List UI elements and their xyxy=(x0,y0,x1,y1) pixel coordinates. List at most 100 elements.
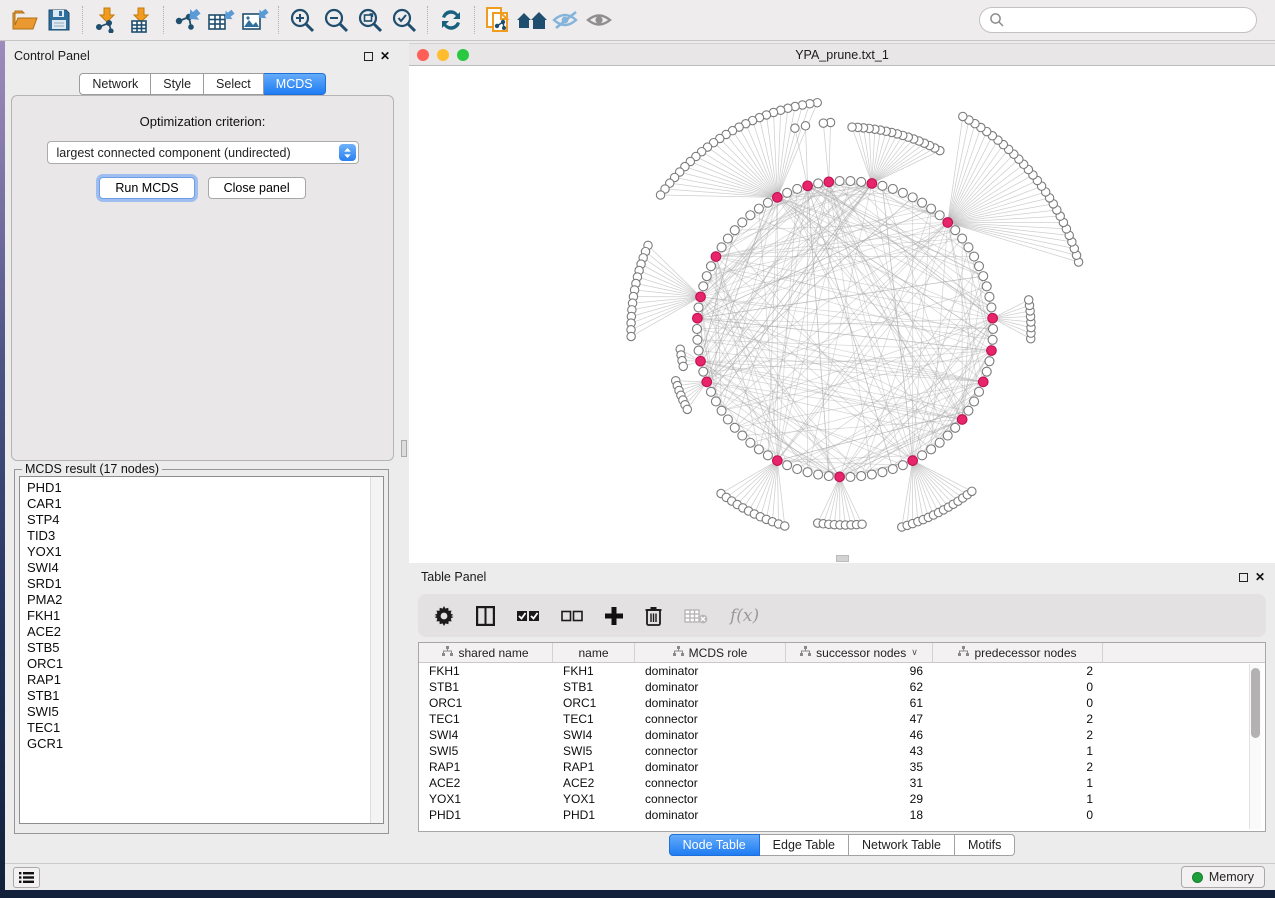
selected-option-label: largest connected component (undirected) xyxy=(57,146,291,160)
float-panel-icon[interactable] xyxy=(364,52,373,61)
mcds-result-list[interactable]: PHD1CAR1STP4TID3YOX1SWI4SRD1PMA2FKH1ACE2… xyxy=(19,476,384,824)
mcds-result-item[interactable]: STP4 xyxy=(27,512,383,528)
mcds-result-item[interactable]: STB1 xyxy=(27,688,383,704)
import-network-icon[interactable] xyxy=(89,4,123,36)
save-icon[interactable] xyxy=(42,4,76,36)
run-mcds-button[interactable]: Run MCDS xyxy=(99,177,194,199)
gear-icon[interactable] xyxy=(434,606,454,626)
cell-MCDS-role: dominator xyxy=(635,663,786,679)
tab-style[interactable]: Style xyxy=(151,73,204,95)
canvas-resize-grip[interactable] xyxy=(836,555,849,562)
select-all-icon[interactable] xyxy=(517,609,539,623)
mcds-list-scrollbar[interactable] xyxy=(370,477,383,823)
mcds-result-groupbox: MCDS result (17 nodes) PHD1CAR1STP4TID3Y… xyxy=(14,462,389,834)
mcds-result-item[interactable]: STB5 xyxy=(27,640,383,656)
delete-icon[interactable] xyxy=(645,606,662,626)
cell-MCDS-role: dominator xyxy=(635,727,786,743)
network-window-title: YPA_prune.txt_1 xyxy=(409,48,1275,62)
network-window-titlebar[interactable]: YPA_prune.txt_1 xyxy=(409,43,1275,66)
hide-selection-icon[interactable] xyxy=(549,4,583,36)
table-scrollbar[interactable] xyxy=(1249,664,1261,829)
delete-table-icon xyxy=(684,608,708,624)
export-network-icon[interactable] xyxy=(170,4,204,36)
control-panel-title: Control Panel xyxy=(14,49,90,63)
panel-splitter[interactable] xyxy=(400,41,409,863)
refresh-icon[interactable] xyxy=(434,4,468,36)
column-header-shared-name[interactable]: shared name xyxy=(419,643,553,662)
column-header-successor-nodes[interactable]: successor nodes∨ xyxy=(786,643,933,662)
zoom-fit-icon[interactable] xyxy=(353,4,387,36)
network-canvas[interactable] xyxy=(409,66,1275,563)
close-panel-icon[interactable]: ✕ xyxy=(1255,573,1265,582)
mcds-result-item[interactable]: CAR1 xyxy=(27,496,383,512)
mcds-result-item[interactable]: GCR1 xyxy=(27,736,383,752)
mcds-result-item[interactable]: YOX1 xyxy=(27,544,383,560)
float-panel-icon[interactable] xyxy=(1239,573,1248,582)
zoom-out-icon[interactable] xyxy=(319,4,353,36)
function-fx-icon: f(x) xyxy=(730,606,759,626)
tab-select[interactable]: Select xyxy=(204,73,264,95)
tab-network[interactable]: Network xyxy=(79,73,151,95)
optimization-criterion-select[interactable]: largest connected component (undirected) xyxy=(47,141,359,164)
cell-successor-nodes: 18 xyxy=(786,807,933,823)
close-panel-icon[interactable]: ✕ xyxy=(380,52,390,61)
table-row[interactable]: FKH1FKH1dominator962 xyxy=(419,663,1265,679)
add-column-icon[interactable] xyxy=(605,607,623,625)
mcds-result-item[interactable]: PHD1 xyxy=(27,480,383,496)
toolbar-separator xyxy=(427,6,428,34)
table-row[interactable]: ACE2ACE2connector311 xyxy=(419,775,1265,791)
cell-shared-name: FKH1 xyxy=(419,663,553,679)
tab-network-table[interactable]: Network Table xyxy=(849,834,955,856)
mcds-result-title: MCDS result (17 nodes) xyxy=(22,462,162,476)
show-eye-icon[interactable] xyxy=(583,4,617,36)
tab-edge-table[interactable]: Edge Table xyxy=(760,834,849,856)
node-table[interactable]: shared namenameMCDS rolesuccessor nodes∨… xyxy=(418,642,1266,832)
mcds-result-item[interactable]: ORC1 xyxy=(27,656,383,672)
import-table-icon[interactable] xyxy=(123,4,157,36)
panel-menu-button[interactable] xyxy=(13,867,40,888)
tab-node-table[interactable]: Node Table xyxy=(669,834,760,856)
column-header-MCDS-role[interactable]: MCDS role xyxy=(635,643,786,662)
open-folder-icon[interactable] xyxy=(8,4,42,36)
mcds-result-item[interactable]: RAP1 xyxy=(27,672,383,688)
table-scrollbar-thumb[interactable] xyxy=(1251,668,1260,738)
tab-mcds[interactable]: MCDS xyxy=(264,73,326,95)
table-row[interactable]: TEC1TEC1connector472 xyxy=(419,711,1265,727)
cell-name: SWI5 xyxy=(553,743,635,759)
cell-name: ACE2 xyxy=(553,775,635,791)
export-image-icon[interactable] xyxy=(238,4,272,36)
clear-selection-icon[interactable] xyxy=(561,609,583,623)
mcds-result-item[interactable]: TID3 xyxy=(27,528,383,544)
zoom-in-icon[interactable] xyxy=(285,4,319,36)
export-table-icon[interactable] xyxy=(204,4,238,36)
table-row[interactable]: SWI4SWI4dominator462 xyxy=(419,727,1265,743)
cell-MCDS-role: dominator xyxy=(635,695,786,711)
column-header-predecessor-nodes[interactable]: predecessor nodes xyxy=(933,643,1103,662)
cell-successor-nodes: 35 xyxy=(786,759,933,775)
table-row[interactable]: ORC1ORC1dominator610 xyxy=(419,695,1265,711)
mcds-result-item[interactable]: FKH1 xyxy=(27,608,383,624)
table-row[interactable]: RAP1RAP1dominator352 xyxy=(419,759,1265,775)
cell-name: SWI4 xyxy=(553,727,635,743)
close-panel-button[interactable]: Close panel xyxy=(208,177,306,199)
cell-shared-name: STB1 xyxy=(419,679,553,695)
memory-button[interactable]: Memory xyxy=(1181,866,1265,888)
mcds-result-item[interactable]: TEC1 xyxy=(27,720,383,736)
mcds-result-item[interactable]: SWI5 xyxy=(27,704,383,720)
mcds-result-item[interactable]: PMA2 xyxy=(27,592,383,608)
clone-network-icon[interactable] xyxy=(481,4,515,36)
zoom-selected-icon[interactable] xyxy=(387,4,421,36)
splitter-handle[interactable] xyxy=(401,440,407,457)
table-row[interactable]: SWI5SWI5connector431 xyxy=(419,743,1265,759)
home-icon[interactable] xyxy=(515,4,549,36)
mcds-result-item[interactable]: SWI4 xyxy=(27,560,383,576)
mcds-result-item[interactable]: SRD1 xyxy=(27,576,383,592)
table-row[interactable]: PHD1PHD1dominator180 xyxy=(419,807,1265,823)
table-row[interactable]: STB1STB1dominator620 xyxy=(419,679,1265,695)
search-input[interactable] xyxy=(979,7,1257,33)
mcds-result-item[interactable]: ACE2 xyxy=(27,624,383,640)
table-row[interactable]: YOX1YOX1connector291 xyxy=(419,791,1265,807)
column-header-name[interactable]: name xyxy=(553,643,635,662)
split-columns-icon[interactable] xyxy=(476,606,495,626)
tab-motifs[interactable]: Motifs xyxy=(955,834,1015,856)
